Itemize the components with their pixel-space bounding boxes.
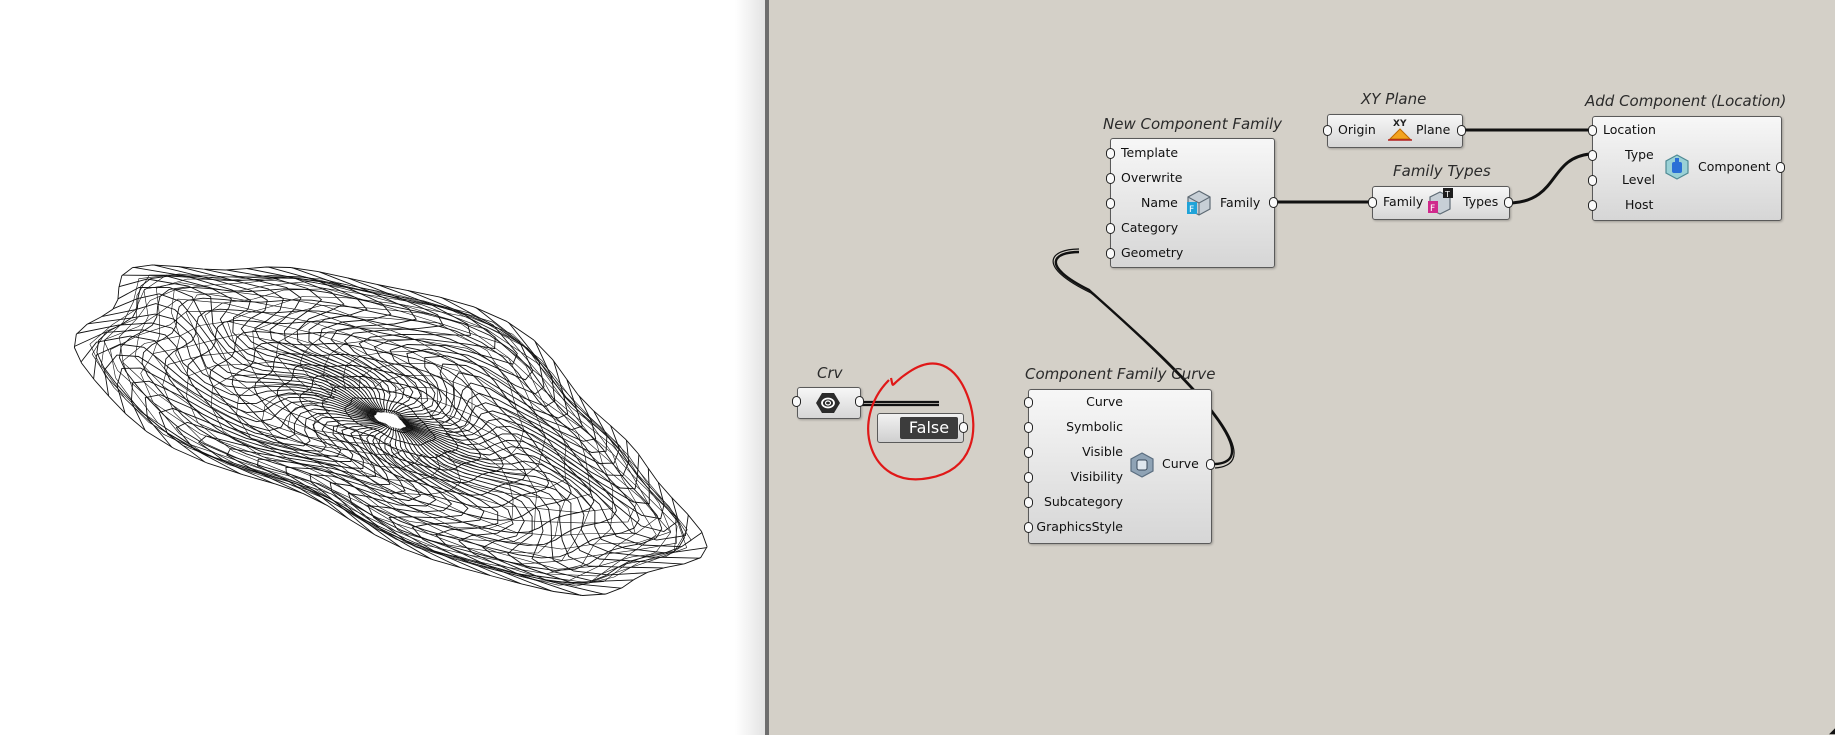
cfc-title: Component Family Curve — [1025, 365, 1216, 383]
cfc-input-visible[interactable]: Visible — [1082, 445, 1123, 459]
xy-plane-node[interactable]: Origin XY Plane — [1327, 114, 1463, 148]
xy-output-grip[interactable] — [1457, 125, 1466, 136]
cfc-grip-curve[interactable] — [1024, 397, 1033, 408]
ac-input-type[interactable]: Type — [1625, 148, 1654, 162]
cfc-input-curve[interactable]: Curve — [1086, 395, 1123, 409]
ac-output-component[interactable]: Component — [1698, 160, 1771, 174]
cfc-inputs: Curve Symbolic Visible Visibility Subcat… — [1029, 395, 1123, 545]
wireframe-lattice — [122, 321, 613, 575]
xy-output-plane[interactable]: Plane — [1416, 123, 1450, 137]
canvas-corner-marker: ◢ — [1829, 725, 1835, 735]
svg-text:F: F — [1189, 205, 1194, 215]
ncf-input-name[interactable]: Name — [1141, 196, 1178, 210]
curve-param-icon — [815, 391, 841, 419]
component-family-curve-node[interactable]: Curve Symbolic Visible Visibility Subcat… — [1028, 389, 1212, 544]
ac-title: Add Component (Location) — [1585, 92, 1787, 110]
ac-grip-host[interactable] — [1588, 200, 1597, 211]
ncf-grip-template[interactable] — [1106, 148, 1115, 159]
ft-grip-family[interactable] — [1368, 197, 1377, 208]
svg-text:F: F — [1430, 204, 1435, 214]
ncf-grip-category[interactable] — [1106, 223, 1115, 234]
boolean-toggle[interactable]: False — [877, 413, 964, 443]
ac-input-location[interactable]: Location — [1603, 123, 1656, 137]
cfc-grip-visible[interactable] — [1024, 447, 1033, 458]
toggle-value[interactable]: False — [900, 417, 958, 439]
wireframe-lattice — [204, 288, 658, 537]
cfc-input-subcategory[interactable]: Subcategory — [1044, 495, 1123, 509]
grasshopper-canvas[interactable]: Crv False Component Family Curve Curve S… — [769, 0, 1835, 735]
add-component-node[interactable]: Location Type Level Host Component — [1592, 116, 1782, 221]
ncf-output-family[interactable]: Family — [1220, 196, 1260, 210]
xy-plane-icon: XY — [1386, 117, 1414, 147]
cfc-grip-subcategory[interactable] — [1024, 497, 1033, 508]
xy-badge-text: XY — [1393, 119, 1407, 129]
toggle-output-grip[interactable] — [959, 422, 968, 433]
cfc-grip-symbolic[interactable] — [1024, 422, 1033, 433]
wireframe-lines — [73, 264, 708, 596]
crv-output-grip[interactable] — [855, 396, 864, 407]
family-types-icon: FT — [1426, 188, 1454, 220]
ft-input-family[interactable]: Family — [1383, 195, 1423, 209]
cfc-output-curve[interactable]: Curve — [1162, 457, 1199, 471]
add-component-icon — [1664, 154, 1690, 184]
xy-grip-origin[interactable] — [1323, 125, 1332, 136]
ft-badge-text: T — [1444, 190, 1450, 199]
cfc-input-graphicsstyle[interactable]: GraphicsStyle — [1036, 520, 1123, 534]
family-types-node[interactable]: Family FT Types — [1372, 186, 1510, 220]
cfc-output-grip[interactable] — [1206, 459, 1215, 470]
ncf-input-geometry[interactable]: Geometry — [1121, 246, 1183, 260]
ft-title: Family Types — [1393, 162, 1491, 180]
wireframe-spoke — [257, 423, 386, 505]
ac-grip-type[interactable] — [1588, 150, 1597, 161]
cfc-grip-visibility[interactable] — [1024, 472, 1033, 483]
crv-input-grip[interactable] — [792, 396, 801, 407]
cfc-input-symbolic[interactable]: Symbolic — [1066, 420, 1123, 434]
wireframe-spoke — [343, 277, 445, 414]
xy-title: XY Plane — [1361, 90, 1427, 108]
viewport-edge-shadow — [735, 0, 765, 735]
rhino-viewport[interactable] — [0, 0, 765, 735]
wire-types-to-type — [1511, 152, 1591, 205]
new-component-family-node[interactable]: Template Overwrite Name Category Geometr… — [1110, 138, 1275, 268]
ncf-input-overwrite[interactable]: Overwrite — [1121, 171, 1183, 185]
connection-wires — [862, 128, 1591, 481]
ncf-output-grip[interactable] — [1269, 197, 1278, 208]
ac-input-level[interactable]: Level — [1622, 173, 1655, 187]
cfc-grip-graphicsstyle[interactable] — [1024, 522, 1033, 533]
ft-output-grip[interactable] — [1504, 197, 1513, 208]
ac-input-host[interactable]: Host — [1625, 198, 1653, 212]
ac-grip-level[interactable] — [1588, 175, 1597, 186]
ncf-input-category[interactable]: Category — [1121, 221, 1178, 235]
ac-output-grip[interactable] — [1776, 162, 1785, 173]
ncf-input-template[interactable]: Template — [1121, 146, 1178, 160]
wireframe-spoke — [74, 329, 375, 417]
ncf-grip-geometry[interactable] — [1106, 248, 1115, 259]
crv-title: Crv — [817, 364, 843, 382]
crv-param-node[interactable] — [797, 387, 861, 419]
ncf-grip-overwrite[interactable] — [1106, 173, 1115, 184]
family-cube-icon: F — [1185, 189, 1213, 221]
wireframe-mesh — [73, 264, 708, 596]
ncf-title: New Component Family — [1103, 115, 1282, 133]
cfc-input-visibility[interactable]: Visibility — [1071, 470, 1123, 484]
ft-output-types[interactable]: Types — [1463, 195, 1498, 209]
xy-input-origin[interactable]: Origin — [1338, 123, 1376, 137]
ac-grip-location[interactable] — [1588, 125, 1597, 136]
ncf-grip-name[interactable] — [1106, 198, 1115, 209]
component-family-curve-icon — [1129, 452, 1155, 482]
